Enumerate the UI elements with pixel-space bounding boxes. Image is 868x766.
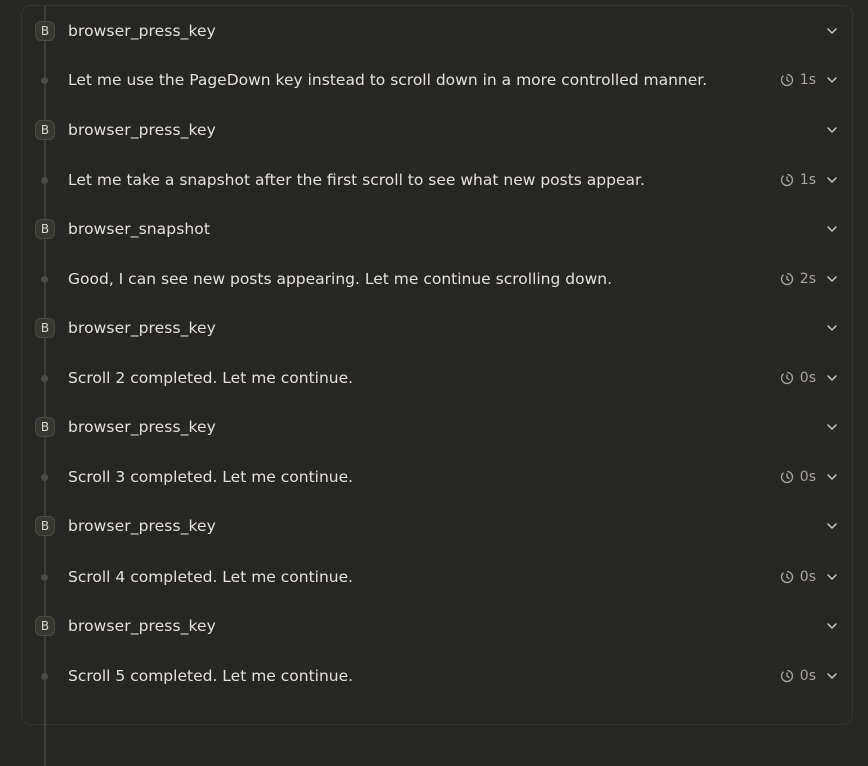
clock-icon [780, 570, 793, 584]
duration: 0s [780, 568, 816, 586]
chevron-down-icon[interactable] [826, 25, 838, 37]
thought-text: Scroll 3 completed. Let me continue. [68, 468, 354, 486]
clock-icon [780, 470, 793, 484]
tool-name: browser_press_key [68, 319, 216, 337]
thought-step-row[interactable]: Scroll 4 completed. Let me continue. 0s [22, 557, 854, 597]
browser-tool-icon: B [35, 318, 55, 338]
chevron-down-icon[interactable] [826, 174, 838, 186]
duration: 1s [780, 171, 816, 189]
tool-step-row[interactable]: B browser_press_key [22, 110, 854, 150]
chevron-down-icon[interactable] [826, 372, 838, 384]
chevron-down-icon[interactable] [826, 322, 838, 334]
clock-icon [780, 272, 793, 286]
timeline-dot [41, 673, 48, 680]
browser-tool-icon: B [35, 21, 55, 41]
tool-name: browser_press_key [68, 121, 216, 139]
chevron-down-icon[interactable] [826, 74, 838, 86]
chevron-down-icon[interactable] [826, 620, 838, 632]
tool-step-row[interactable]: B browser_press_key [22, 308, 854, 348]
thought-text: Let me use the PageDown key instead to s… [68, 71, 708, 89]
duration: 0s [780, 667, 816, 685]
chevron-down-icon[interactable] [826, 421, 838, 433]
thought-text: Scroll 4 completed. Let me continue. [68, 568, 354, 586]
chevron-down-icon[interactable] [826, 471, 838, 483]
browser-tool-icon: B [35, 417, 55, 437]
browser-tool-icon: B [35, 219, 55, 239]
chevron-down-icon[interactable] [826, 273, 838, 285]
duration: 1s [780, 71, 816, 89]
chevron-down-icon[interactable] [826, 670, 838, 682]
clock-icon [780, 73, 793, 87]
duration-value: 2s [799, 271, 816, 287]
chevron-down-icon[interactable] [826, 223, 838, 235]
tool-name: browser_press_key [68, 22, 216, 40]
duration: 2s [780, 270, 816, 288]
clock-icon [780, 669, 793, 683]
duration-value: 0s [799, 469, 816, 485]
thought-step-row[interactable]: Good, I can see new posts appearing. Let… [22, 259, 854, 299]
duration-value: 0s [799, 668, 816, 684]
timeline-dot [41, 574, 48, 581]
timeline-dot [41, 375, 48, 382]
timeline-dot [41, 276, 48, 283]
thought-text: Let me take a snapshot after the first s… [68, 171, 645, 189]
thought-step-row[interactable]: Scroll 3 completed. Let me continue. 0s [22, 457, 854, 497]
browser-tool-icon: B [35, 616, 55, 636]
clock-icon [780, 371, 793, 385]
tool-step-row[interactable]: B browser_snapshot [22, 209, 854, 249]
thought-text: Scroll 5 completed. Let me continue. [68, 667, 354, 685]
chevron-down-icon[interactable] [826, 571, 838, 583]
duration-value: 1s [799, 172, 816, 188]
thought-text: Good, I can see new posts appearing. Let… [68, 270, 613, 288]
browser-tool-icon: B [35, 516, 55, 536]
duration: 0s [780, 468, 816, 486]
thought-step-row[interactable]: Scroll 2 completed. Let me continue. 0s [22, 358, 854, 398]
tool-step-row[interactable]: B browser_press_key [22, 606, 854, 646]
tool-step-row[interactable]: B browser_press_key [22, 407, 854, 447]
timeline-dot [41, 177, 48, 184]
timeline-dot [41, 77, 48, 84]
tool-step-row[interactable]: B browser_press_key [22, 11, 854, 51]
timeline-dot [41, 474, 48, 481]
duration-value: 0s [799, 370, 816, 386]
duration-value: 0s [799, 569, 816, 585]
thought-step-row[interactable]: Scroll 5 completed. Let me continue. 0s [22, 656, 854, 696]
tool-name: browser_press_key [68, 617, 216, 635]
clock-icon [780, 173, 793, 187]
thought-step-row[interactable]: Let me take a snapshot after the first s… [22, 160, 854, 200]
duration-value: 1s [799, 72, 816, 88]
chevron-down-icon[interactable] [826, 124, 838, 136]
tool-name: browser_press_key [68, 418, 216, 436]
tool-name: browser_press_key [68, 517, 216, 535]
tool-name: browser_snapshot [68, 220, 211, 238]
chevron-down-icon[interactable] [826, 520, 838, 532]
thought-text: Scroll 2 completed. Let me continue. [68, 369, 354, 387]
thought-step-row[interactable]: Let me use the PageDown key instead to s… [22, 60, 854, 100]
tool-call-timeline: B browser_press_key Let me use the PageD… [21, 5, 854, 766]
duration: 0s [780, 369, 816, 387]
browser-tool-icon: B [35, 120, 55, 140]
tool-step-row[interactable]: B browser_press_key [22, 506, 854, 546]
